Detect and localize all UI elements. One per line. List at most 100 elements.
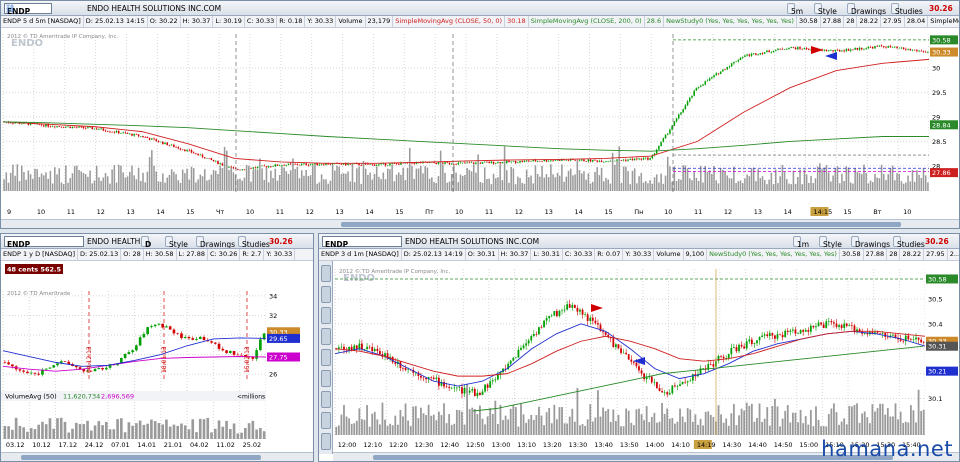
side-tool-button[interactable] — [321, 307, 331, 324]
candle — [781, 331, 784, 341]
volume-bar — [671, 417, 674, 435]
volume-bar — [781, 418, 784, 435]
candle — [638, 362, 640, 374]
style-button[interactable]: Style — [819, 236, 842, 248]
studies-button[interactable]: Studies — [238, 236, 270, 248]
candle — [109, 130, 111, 134]
candle — [642, 156, 645, 161]
candle — [661, 387, 663, 393]
volume-bar — [841, 173, 843, 191]
side-tool-button[interactable] — [321, 412, 331, 429]
style-button[interactable]: Style — [814, 3, 837, 15]
time-tick: 13:30 — [569, 441, 588, 449]
volume-bar — [658, 421, 661, 435]
candle — [629, 157, 632, 161]
volume-bar — [918, 174, 920, 191]
candle — [198, 335, 202, 340]
volume-bar — [259, 158, 261, 191]
volume-bar — [543, 425, 545, 435]
left-daily-chart[interactable]: 2012 © TD Ameritrade 48 cents 562.5 % 04.1… — [1, 261, 301, 451]
volume-bar — [402, 416, 404, 435]
right-intraday-chart[interactable]: ENDO2012 © TD Ameritrade IP Company, Inc… — [333, 261, 959, 451]
candle — [113, 130, 116, 134]
symbol-input[interactable]: ENDP — [4, 236, 84, 248]
mode-button[interactable]: D — [141, 236, 151, 248]
drawings-button[interactable]: Drawings — [851, 236, 890, 248]
side-tool-button[interactable] — [321, 433, 331, 450]
side-tool-button[interactable] — [321, 370, 331, 387]
volume-bar — [812, 426, 815, 435]
volume-bar — [566, 423, 569, 435]
volume-bar — [869, 180, 872, 191]
candle — [738, 343, 740, 354]
chain-link-icon[interactable]: ⛓ — [5, 4, 15, 13]
volume-bar — [270, 170, 272, 191]
candle — [168, 144, 171, 147]
candle — [711, 76, 713, 79]
volume-bar — [106, 176, 109, 191]
side-tool-button[interactable] — [321, 265, 331, 282]
volume-bar — [34, 168, 36, 191]
volume-bar — [783, 172, 786, 191]
scroll-thumb[interactable] — [21, 455, 261, 460]
side-tool-button[interactable] — [321, 391, 331, 408]
candle — [547, 159, 550, 162]
timeframe-button[interactable]: 1m — [793, 236, 809, 248]
volume-bar — [722, 422, 725, 435]
candle — [450, 162, 453, 165]
info-cell: Volume — [336, 16, 366, 27]
top-scrollbar[interactable] — [1, 219, 959, 228]
volume-bar — [340, 414, 343, 435]
time-tick: 14:40 — [748, 441, 767, 449]
volume-bar — [89, 430, 93, 439]
studies-button[interactable]: Studies — [891, 3, 923, 15]
volume-bar — [786, 179, 788, 191]
volume-bar — [129, 171, 131, 191]
info-cell: 28 — [844, 16, 858, 27]
top-price-chart[interactable]: ENDO2012 © TD Ameritrade IP Company, Inc… — [1, 28, 959, 216]
info-cell: 27.88 — [864, 249, 888, 260]
candle — [605, 160, 607, 163]
timeframe-button[interactable]: 5m — [787, 3, 803, 15]
candle — [488, 160, 490, 164]
volume-bar — [572, 175, 574, 191]
candle — [779, 333, 781, 336]
volume-bar — [221, 426, 225, 439]
volume-bar — [101, 425, 104, 439]
studies-button[interactable]: Studies — [893, 236, 925, 248]
symbol-input[interactable]: ENDP — [322, 236, 402, 248]
volume-bar — [82, 173, 85, 191]
volume-bar — [653, 412, 656, 435]
info-cell: 28.6 — [645, 16, 665, 27]
drawings-button[interactable]: Drawings — [847, 3, 886, 15]
candle — [296, 163, 299, 166]
candle — [891, 46, 894, 48]
candle — [622, 158, 625, 162]
side-tool-button[interactable] — [321, 286, 331, 303]
scroll-thumb[interactable] — [341, 222, 901, 227]
volume-bar — [347, 171, 349, 191]
side-tool-button[interactable] — [321, 328, 331, 345]
volume-bar — [124, 177, 127, 191]
info-cell: Volume — [654, 249, 684, 260]
candle — [504, 364, 507, 372]
volume-bar — [876, 177, 878, 191]
volume-bar — [239, 178, 241, 191]
volume-bar — [426, 167, 429, 191]
candle — [476, 389, 479, 399]
volume-bar — [91, 183, 94, 191]
volume-bar — [827, 172, 830, 191]
drawings-button[interactable]: Drawings — [196, 236, 235, 248]
side-tool-button[interactable] — [321, 349, 331, 366]
volume-bar — [420, 407, 422, 435]
volume-bar — [14, 417, 18, 439]
candle — [777, 48, 779, 51]
left-info-bar: ENDP 1 y D [NASDAQ] D: 25.02.13 O: 28 H: 30… — [1, 249, 313, 261]
volume-bar — [458, 410, 461, 435]
candle — [905, 47, 907, 51]
volume-bar — [251, 420, 255, 439]
scroll-thumb[interactable] — [373, 455, 893, 460]
style-button[interactable]: Style — [165, 236, 188, 248]
left-scrollbar[interactable] — [1, 452, 313, 461]
volume-bar — [225, 420, 228, 439]
